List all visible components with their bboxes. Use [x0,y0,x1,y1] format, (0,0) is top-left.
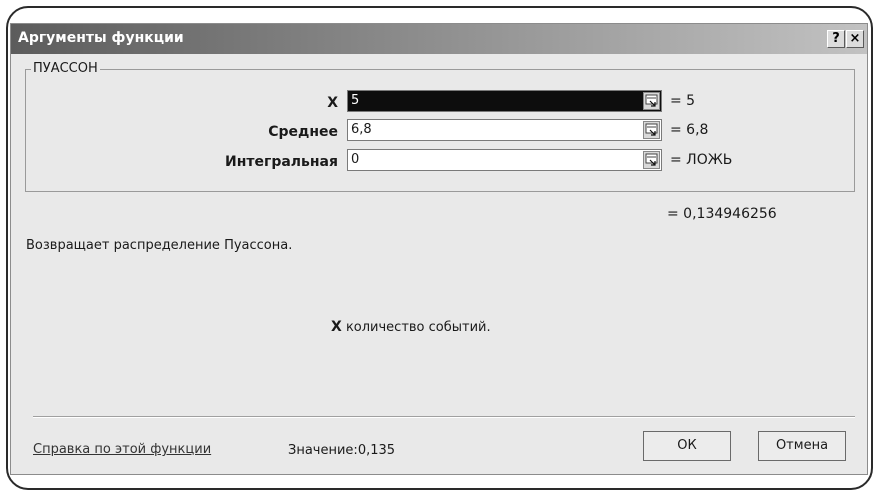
title-bar[interactable]: Аргументы функции ? × [11,24,867,54]
function-description: Возвращает распределение Пуассона. [26,238,293,253]
argument-description-text: количество событий. [345,320,491,335]
cancel-button[interactable]: Отмена [758,431,846,461]
value-readout: Значение:0,135 [288,443,395,458]
arg-result-mean: = 6,8 [670,122,709,138]
arg-label-cumulative: Интегральная [225,154,338,170]
value-number: 0,135 [357,443,396,458]
arg-input-cumulative[interactable]: 0 [347,149,662,171]
function-arguments-dialog: Аргументы функции ? × ПУАССОН X 5 = 5 Ср… [10,23,868,475]
argument-description: X количество событий. [331,319,491,335]
arg-result-cumulative: = ЛОЖЬ [670,152,733,168]
collapse-dialog-icon[interactable] [643,151,660,169]
help-button[interactable]: ? [827,30,845,48]
formula-result: = 0,134946256 [667,206,777,222]
collapse-dialog-icon[interactable] [643,121,660,139]
arg-input-x[interactable]: 5 [347,90,662,112]
dialog-title: Аргументы функции [18,30,184,46]
arg-label-mean: Среднее [268,124,338,140]
ok-button[interactable]: ОК [643,431,731,461]
collapse-dialog-icon[interactable] [643,92,660,110]
footer-separator [33,416,855,418]
value-label: Значение: [288,443,358,458]
help-link[interactable]: Справка по этой функции [33,442,211,457]
arg-value-cumulative: 0 [351,152,360,167]
arg-value-x: 5 [351,93,360,108]
arg-label-x: X [327,95,338,111]
arg-input-mean[interactable]: 6,8 [347,119,662,141]
argument-description-name: X [331,319,342,335]
function-name: ПУАССОН [31,61,100,76]
arg-result-x: = 5 [670,93,696,109]
close-button[interactable]: × [846,30,864,48]
arg-value-mean: 6,8 [351,122,372,137]
